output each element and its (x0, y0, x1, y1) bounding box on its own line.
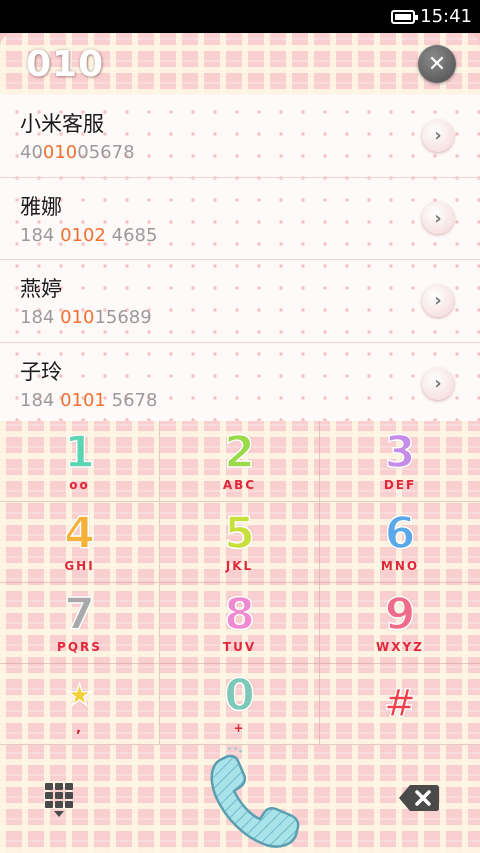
key-digit: # (383, 680, 416, 726)
contact-detail-button[interactable]: › (422, 284, 454, 317)
contact-detail-button[interactable]: › (422, 202, 454, 235)
key-letters: DEF (383, 478, 417, 492)
key-letters: GHI (64, 559, 95, 573)
chevron-right-icon: › (434, 373, 442, 395)
backspace-icon (399, 785, 439, 811)
match-highlight: 010 (42, 142, 78, 164)
key-2[interactable]: 2 ABC (160, 421, 320, 502)
contact-detail-button[interactable]: › (422, 119, 454, 152)
dialpad-toggle-icon (45, 783, 73, 808)
key-star[interactable]: ★, (0, 664, 160, 745)
key-hash[interactable]: # (320, 664, 480, 745)
key-digit: 1 (63, 427, 95, 478)
key-digit: 6 (384, 508, 416, 559)
contact-number: 4001005678 (20, 142, 135, 164)
chevron-right-icon: › (434, 125, 442, 147)
key-7[interactable]: 7 PQRS (0, 583, 160, 664)
contact-detail-button[interactable]: › (422, 367, 454, 400)
key-digit: 4 (63, 508, 95, 559)
chevron-down-icon (54, 811, 64, 817)
backspace-button[interactable] (398, 783, 440, 813)
key-3[interactable]: 3 DEF (320, 421, 480, 502)
contact-suggestion-list: 小米客服 4001005678 › 雅娜 184 0102 4685 › 燕婷 … (0, 95, 480, 421)
key-6[interactable]: 6 MNO (320, 502, 480, 583)
close-icon: ✕ (427, 51, 447, 77)
list-item[interactable]: 小米客服 4001005678 › (0, 95, 480, 178)
key-9[interactable]: 9 WXYZ (320, 583, 480, 664)
key-letters: JKL (225, 559, 254, 573)
contact-name: 燕婷 (20, 277, 62, 302)
key-digit: 8 (223, 589, 255, 640)
key-digit: 2 (223, 427, 255, 478)
clear-number-button[interactable]: ✕ (418, 45, 456, 83)
key-8[interactable]: 8 TUV (160, 583, 320, 664)
key-digit: 9 (384, 589, 416, 640)
list-item[interactable]: 燕婷 184 01015689 › (0, 260, 480, 343)
voicemail-icon: oo (69, 478, 90, 492)
key-letters: WXYZ (376, 640, 424, 654)
contact-number: 184 0101 5678 (20, 390, 158, 412)
contact-name: 雅娜 (20, 194, 62, 219)
key-digit: 5 (223, 508, 255, 559)
chevron-right-icon: › (434, 207, 442, 229)
key-4[interactable]: 4 GHI (0, 502, 160, 583)
key-digit: 7 (63, 589, 95, 640)
call-button[interactable] (200, 745, 310, 853)
dialpad-toggle-button[interactable] (43, 783, 75, 823)
contact-number: 184 01015689 (20, 307, 152, 329)
key-5[interactable]: 5 JKL (160, 502, 320, 583)
key-digit: 0 (223, 670, 255, 721)
key-letters: ABC (222, 478, 257, 492)
chevron-right-icon: › (434, 290, 442, 312)
key-0[interactable]: 0 + (160, 664, 320, 745)
status-bar: 15:41 (0, 0, 480, 33)
list-item[interactable]: 雅娜 184 0102 4685 › (0, 178, 480, 260)
status-time: 15:41 (420, 6, 472, 27)
key-letters: MNO (380, 559, 420, 573)
key-letters: , (76, 721, 83, 735)
key-1[interactable]: 1 oo (0, 421, 160, 502)
match-highlight: 0101 (60, 390, 106, 412)
match-highlight: 010 (60, 307, 95, 329)
star-icon: ★ (65, 677, 93, 714)
dialer-header: 010 ✕ (0, 33, 480, 95)
dial-keypad: 1 oo 2 ABC 3 DEF 4 GHI 5 JKL 6 MNO 7 PQRS 8 TUV … (0, 421, 480, 745)
key-letters: TUV (222, 640, 257, 654)
match-highlight: 0102 (60, 224, 106, 246)
key-letters: PQRS (57, 640, 102, 654)
phone-handset-icon (210, 747, 300, 848)
contact-name: 子玲 (20, 360, 62, 385)
list-item[interactable]: 子玲 184 0101 5678 › (0, 343, 480, 426)
key-letters: + (233, 721, 246, 735)
key-digit: 3 (384, 427, 416, 478)
battery-icon (391, 9, 419, 24)
contact-name: 小米客服 (20, 112, 104, 137)
dialed-number: 010 (26, 43, 105, 85)
contact-number: 184 0102 4685 (20, 224, 158, 246)
bottom-action-bar (0, 745, 480, 853)
